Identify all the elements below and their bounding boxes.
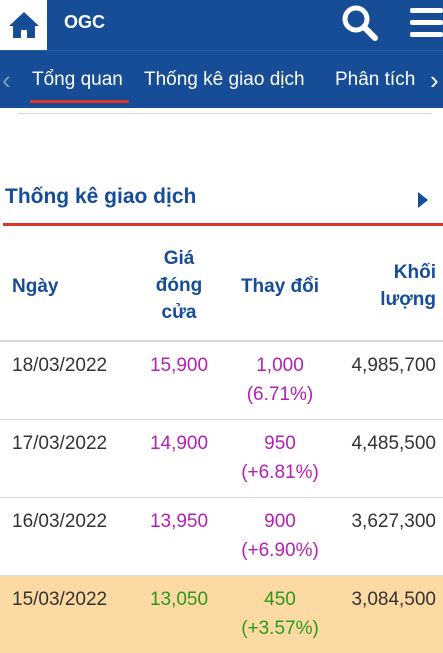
cell-change-percent: (+3.57%) [241,618,319,639]
cell-volume: 3,627,300 [351,511,436,532]
home-icon [8,12,39,38]
tab-analysis[interactable]: Phân tích [335,51,415,109]
active-tab-indicator [30,100,129,103]
chevron-right-icon[interactable]: › [430,51,439,109]
cell-change-percent: (+6.90%) [241,540,319,561]
cell-date: 18/03/2022 [12,355,108,376]
tab-trading-stats[interactable]: Thống kê giao dịch [144,51,305,109]
cell-close-price: 13,950 [149,511,209,532]
cell-volume: 4,485,500 [351,433,436,454]
section-underline [3,223,443,226]
cell-date: 17/03/2022 [12,433,108,454]
header-line: Khối [393,262,436,283]
header-line: đóng [155,275,203,296]
app-header: OGC [0,0,443,50]
menu-button[interactable] [406,5,443,41]
table-row-highlighted: 15/03/2022 13,050 450 (+3.57%) 3,084,500 [0,576,443,653]
section-title[interactable]: Thống kê giao dịch [5,185,196,209]
cell-change-percent: (+6.81%) [241,462,319,483]
cell-date: 15/03/2022 [12,589,108,610]
cell-close-price: 15,900 [149,355,209,376]
header-line: lượng [380,289,436,310]
play-arrow-icon[interactable] [418,192,428,208]
column-header-date: Ngày [12,276,59,297]
cell-change-percent: (6.71%) [246,384,314,405]
cell-volume: 3,084,500 [351,589,436,610]
header-line: cửa [161,302,197,323]
cell-close-price: 13,050 [149,589,209,610]
table-row: 17/03/2022 14,900 950 (+6.81%) 4,485,500 [0,420,443,498]
divider [18,113,431,114]
chevron-left-icon[interactable]: ‹ [2,51,11,109]
home-button[interactable] [0,0,47,50]
column-header-volume: Khối lượng [370,259,436,313]
table-row: 16/03/2022 13,950 900 (+6.90%) 3,627,300 [0,498,443,576]
cell-date: 16/03/2022 [12,511,108,532]
search-button[interactable] [340,3,380,43]
table-row: 18/03/2022 15,900 1,000 (6.71%) 4,985,70… [0,342,443,420]
column-header-change: Thay đổi [240,276,320,297]
cell-change: 1,000 [256,355,304,376]
column-header-close-price: Giá đóng cửa [146,245,212,326]
stock-ticker: OGC [64,12,106,32]
cell-close-price: 14,900 [149,433,209,454]
cell-change: 900 [264,511,296,532]
cell-change: 950 [264,433,296,454]
hamburger-menu-icon [410,8,443,37]
cell-change: 450 [264,589,296,610]
search-icon [342,5,378,41]
header-line: Giá [163,248,195,269]
cell-volume: 4,985,700 [351,355,436,376]
